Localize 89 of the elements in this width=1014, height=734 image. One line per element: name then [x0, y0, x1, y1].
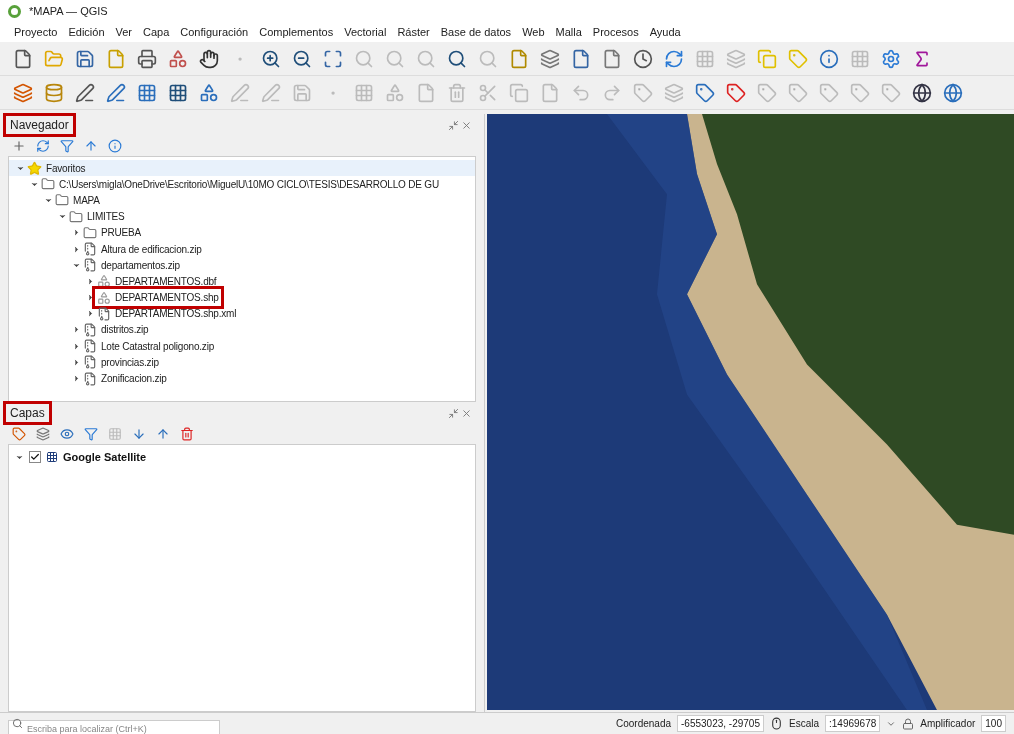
archive-icon: [83, 355, 97, 370]
mouse-icon[interactable]: [770, 717, 783, 730]
clock-icon[interactable]: [632, 47, 654, 70]
layer-icon: [97, 274, 111, 289]
magnifier-label: Amplificador: [920, 717, 976, 731]
layer-name[interactable]: Google Satellite: [63, 448, 147, 466]
collapse-all-icon[interactable]: [84, 139, 98, 153]
folder-icon: [41, 177, 55, 192]
folder-icon: [55, 193, 69, 208]
window-title: *MAPA — QGIS: [29, 3, 108, 19]
close-icon[interactable]: [461, 119, 472, 131]
float-icon[interactable]: [448, 119, 459, 131]
float-icon[interactable]: [448, 407, 459, 419]
tree-item[interactable]: DEPARTAMENTOS.shp: [115, 290, 219, 306]
panel-title: Navegador: [6, 116, 73, 134]
refresh-icon[interactable]: [36, 139, 50, 153]
scale-field[interactable]: :14969678: [825, 715, 881, 732]
star-icon: [27, 160, 42, 176]
label-icon[interactable]: [725, 81, 747, 104]
menu-item[interactable]: Base de datos: [440, 23, 512, 41]
folder-icon: [83, 225, 97, 240]
globe-icon[interactable]: [911, 81, 933, 104]
tree-item[interactable]: Lote Catastral poligono.zip: [101, 338, 214, 354]
archive-icon: [97, 306, 111, 321]
label-icon[interactable]: [694, 81, 716, 104]
tree-item[interactable]: LIMITES: [87, 209, 125, 225]
add-icon[interactable]: [12, 139, 26, 153]
magnifier-field[interactable]: 100: [981, 715, 1006, 732]
coordinate-field[interactable]: -6553023, -29705: [677, 715, 764, 732]
printer-icon[interactable]: [136, 47, 158, 70]
shapes-icon[interactable]: [198, 81, 220, 104]
tree-item[interactable]: provincias.zip: [101, 354, 159, 370]
database-icon[interactable]: [43, 81, 65, 104]
menu-item[interactable]: Malla: [555, 23, 582, 41]
remove-layer-icon[interactable]: [180, 427, 194, 441]
filter-icon[interactable]: [60, 139, 74, 153]
tree-item[interactable]: DEPARTAMENTOS.shp.xml: [115, 306, 237, 322]
tree-item[interactable]: Altura de edificacion.zip: [101, 241, 202, 257]
scale-label: Escala: [789, 717, 819, 731]
coordinate-label: Coordenada: [615, 717, 671, 731]
archive-icon: [83, 242, 97, 257]
tree-item[interactable]: DEPARTAMENTOS.dbf: [115, 273, 217, 289]
style-icon[interactable]: [12, 427, 26, 441]
menu-item[interactable]: Configuración: [180, 23, 249, 41]
tree-item[interactable]: PRUEBA: [101, 225, 141, 241]
collapse-all-icon[interactable]: [156, 427, 170, 441]
menu-item[interactable]: Web: [522, 23, 545, 41]
layer-checkbox[interactable]: [29, 451, 41, 463]
pan-hand-icon[interactable]: [198, 47, 220, 70]
layer-icon: [97, 290, 111, 305]
pen-icon[interactable]: [105, 81, 127, 104]
lock-icon[interactable]: [902, 717, 915, 730]
menu-item[interactable]: Vectorial: [344, 23, 387, 41]
shapes-icon[interactable]: [167, 47, 189, 70]
layers-icon[interactable]: [12, 81, 34, 104]
archive-icon: [83, 371, 97, 386]
archive-icon: [83, 258, 97, 273]
archive-icon: [83, 322, 97, 337]
tree-item[interactable]: C:\Users\migla\OneDrive\Escritorio\MiguelU\10MO CICLO\TESIS\DESARROLLO DE GU: [59, 176, 439, 192]
tree-item[interactable]: distritos.zip: [101, 322, 149, 338]
tree-item[interactable]: Zonificacion.zip: [101, 371, 167, 387]
layers-icon[interactable]: [36, 427, 50, 441]
archive-icon: [83, 339, 97, 354]
close-icon[interactable]: [461, 407, 472, 419]
menu-item[interactable]: Ayuda: [649, 23, 681, 41]
eye-icon[interactable]: [60, 427, 74, 441]
tree-item[interactable]: Favoritos: [46, 160, 86, 176]
vector-icon[interactable]: [74, 81, 96, 104]
locator-search-field[interactable]: Escriba para localizar (Ctrl+K): [8, 719, 220, 734]
search-icon: [12, 717, 23, 729]
panel-title: Capas: [6, 404, 49, 422]
info-icon[interactable]: [108, 139, 122, 153]
app-logo-icon: [8, 4, 21, 18]
folder-icon: [69, 209, 83, 224]
menu-item[interactable]: Proyecto: [14, 23, 58, 41]
menu-item[interactable]: Edición: [68, 23, 105, 41]
identify-icon[interactable]: [818, 47, 840, 70]
expand-all-icon[interactable]: [132, 427, 146, 441]
settings-icon[interactable]: [880, 47, 902, 70]
menu-item[interactable]: Capa: [143, 23, 170, 41]
menu-item[interactable]: Procesos: [592, 23, 639, 41]
tree-item[interactable]: departamentos.zip: [101, 257, 180, 273]
menu-item[interactable]: Ver: [115, 23, 132, 41]
tree-item[interactable]: MAPA: [73, 192, 100, 208]
menu-item[interactable]: Complementos: [259, 23, 334, 41]
filter-icon[interactable]: [84, 427, 98, 441]
menu-item[interactable]: Ráster: [397, 23, 430, 41]
raster-layer-icon: [46, 451, 58, 463]
layers-icon[interactable]: [539, 47, 561, 70]
